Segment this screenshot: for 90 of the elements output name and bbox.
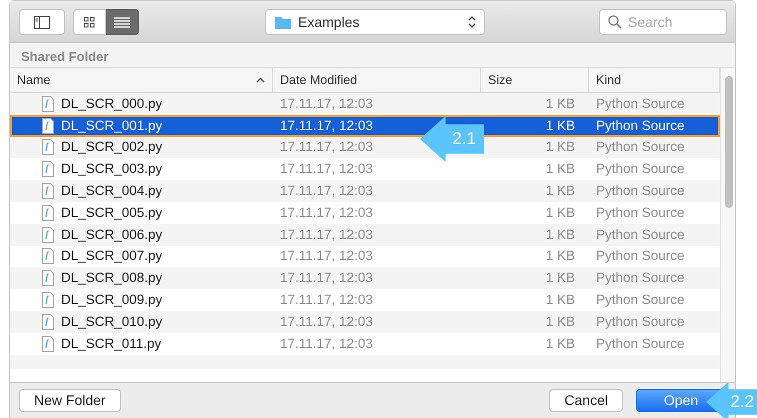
scrollbar[interactable] [720,68,735,382]
python-file-icon [42,204,54,221]
file-row[interactable]: DL_SCR_000.py 17.11.17, 12:03 1 KB Python Source [10,93,720,115]
file-kind: Python Source [596,94,685,113]
grid-icon [84,16,95,28]
date-modified: 17.11.17, 12:03 [280,116,373,135]
file-kind: Python Source [596,182,685,200]
file-size: 1 KB [546,138,575,156]
file-size: 1 KB [546,160,575,178]
file-size: 1 KB [546,290,575,309]
file-name: DL_SCR_011.py [61,334,162,353]
python-file-icon [42,118,54,134]
file-name: DL_SCR_007.py [61,247,162,266]
file-kind: Python Source [596,247,685,266]
date-modified: 17.11.17, 12:03 [280,204,373,222]
file-name: DL_SCR_005.py [61,204,162,222]
file-size: 1 KB [546,334,575,353]
file-name: DL_SCR_002.py [61,138,162,156]
section-title: Shared Folder [10,43,735,68]
python-file-icon [42,248,54,264]
file-size: 1 KB [546,269,575,288]
python-file-icon [42,161,54,178]
file-row[interactable]: DL_SCR_009.py 17.11.17, 12:03 1 KB Python Source [10,289,720,311]
python-file-icon [42,336,54,352]
python-file-icon [42,292,54,308]
file-name: DL_SCR_001.py [61,116,162,135]
column-header[interactable]: Kind [596,70,622,90]
search-field[interactable]: Search [599,9,727,35]
file-size: 1 KB [546,116,575,135]
file-row[interactable]: DL_SCR_006.py 17.11.17, 12:03 1 KB Python Source [10,224,720,246]
sidebar-icon [34,16,50,28]
file-name: DL_SCR_008.py [61,269,162,288]
file-kind: Python Source [596,138,685,156]
location-dropdown[interactable]: Examples [265,9,485,35]
column-header[interactable]: Name [17,70,50,90]
file-size: 1 KB [546,182,575,200]
file-size: 1 KB [546,204,575,222]
search-input[interactable]: Search [628,12,718,32]
file-name: DL_SCR_003.py [61,160,162,178]
date-modified: 17.11.17, 12:03 [280,290,373,309]
python-file-icon [42,270,54,286]
file-size: 1 KB [546,226,575,244]
file-row[interactable]: DL_SCR_011.py 17.11.17, 12:03 1 KB Python Source [10,332,720,355]
python-file-icon [42,314,54,330]
date-modified: 17.11.17, 12:03 [280,138,373,156]
date-modified: 17.11.17, 12:03 [280,269,373,288]
file-kind: Python Source [596,226,685,244]
file-kind: Python Source [596,116,685,135]
file-name: DL_SCR_006.py [61,226,162,244]
file-size: 1 KB [546,312,575,331]
python-file-icon [42,183,54,200]
search-icon [608,15,622,29]
file-row[interactable]: DL_SCR_005.py 17.11.17, 12:03 1 KB Python Source [10,202,720,224]
file-row[interactable]: DL_SCR_004.py 17.11.17, 12:03 1 KB Python Source [10,180,720,202]
sidebar-toggle-button[interactable] [19,9,65,35]
file-kind: Python Source [596,160,685,178]
file-kind: Python Source [596,269,685,288]
python-file-icon [42,226,54,243]
file-row[interactable]: DL_SCR_010.py 17.11.17, 12:03 1 KB Python Source [10,310,720,333]
file-name: DL_SCR_010.py [61,312,162,331]
column-header[interactable]: Date Modified [280,70,358,90]
file-kind: Python Source [596,290,685,309]
file-size: 1 KB [546,247,575,266]
column-header[interactable]: Size [488,70,512,90]
date-modified: 17.11.17, 12:03 [280,247,373,266]
date-modified: 17.11.17, 12:03 [280,182,373,200]
file-name: DL_SCR_004.py [61,182,162,200]
updown-chevron-icon [468,15,476,29]
date-modified: 17.11.17, 12:03 [280,226,373,244]
dialog-button[interactable]: New Folder [19,389,121,412]
view-mode-button[interactable] [106,9,139,35]
scroll-thumb[interactable] [725,76,733,208]
view-mode-button[interactable] [73,9,106,35]
date-modified: 17.11.17, 12:03 [280,160,373,178]
list-icon [114,16,130,28]
dialog-button[interactable]: Cancel [549,389,623,412]
file-name: DL_SCR_009.py [61,290,162,309]
folder-icon [274,14,292,30]
python-file-icon [42,139,54,156]
file-row[interactable]: DL_SCR_008.py 17.11.17, 12:03 1 KB Python Source [10,267,720,290]
file-kind: Python Source [596,312,685,331]
file-kind: Python Source [596,334,685,353]
date-modified: 17.11.17, 12:03 [280,94,373,113]
date-modified: 17.11.17, 12:03 [280,334,373,353]
python-file-icon [42,96,54,112]
file-size: 1 KB [546,94,575,113]
file-row[interactable]: DL_SCR_007.py 17.11.17, 12:03 1 KB Python Source [10,246,720,268]
date-modified: 17.11.17, 12:03 [280,312,373,331]
file-name: DL_SCR_000.py [61,94,162,113]
file-kind: Python Source [596,204,685,222]
